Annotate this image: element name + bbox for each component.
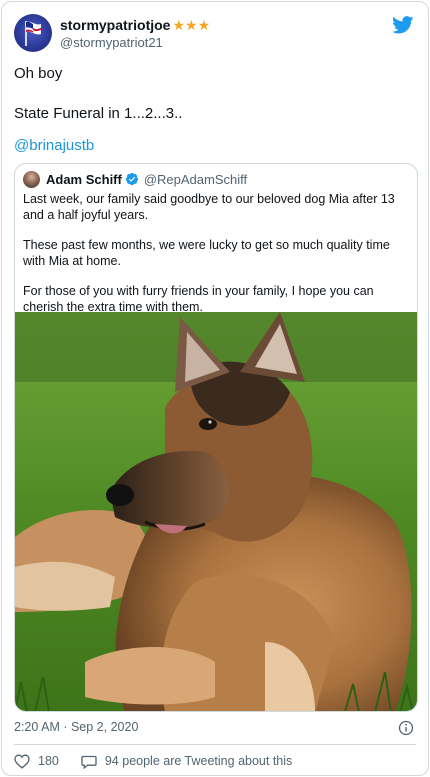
quoted-handle[interactable]: @RepAdamSchiff [144, 172, 247, 187]
tweet-card: stormypatriotjoe ★★★ @stormypatriot21 Oh… [1, 1, 429, 776]
quoted-paragraph: For those of you with furry friends in y… [23, 284, 374, 314]
comment-icon[interactable] [81, 754, 97, 769]
star-emojis: ★★★ [172, 16, 211, 33]
tweet-meta: 2:20 AM · Sep 2, 2020 [14, 720, 416, 738]
author-display-name[interactable]: stormypatriotjoe [60, 17, 170, 33]
info-icon[interactable] [398, 720, 414, 736]
divider [14, 744, 416, 745]
german-shepherd-image [15, 312, 417, 711]
quoted-display-name[interactable]: Adam Schiff [46, 172, 122, 187]
quoted-paragraph: These past few months, we were lucky to … [23, 238, 390, 268]
quoted-tweet[interactable]: Adam Schiff @RepAdamSchiff Last week, ou… [14, 163, 418, 712]
tweet-header: stormypatriotjoe ★★★ @stormypatriot21 [14, 14, 416, 56]
flag-avatar-image [25, 21, 41, 46]
quoted-tweet-text: Last week, our family said goodbye to ou… [23, 191, 407, 329]
like-count: 180 [38, 754, 59, 768]
tweet-actions: 180 94 people are Tweeting about this [14, 752, 292, 770]
avatar[interactable] [14, 14, 52, 52]
dog-photo[interactable] [15, 312, 417, 711]
quoted-paragraph: Last week, our family said goodbye to ou… [23, 192, 395, 222]
verified-badge-icon [125, 172, 138, 186]
author-names: stormypatriotjoe ★★★ @stormypatriot21 [60, 16, 211, 51]
quoted-avatar[interactable] [23, 170, 40, 188]
timestamp[interactable]: 2:20 AM · Sep 2, 2020 [14, 720, 138, 734]
author-handle[interactable]: @stormypatriot21 [60, 35, 210, 50]
tweeting-about-link[interactable]: 94 people are Tweeting about this [105, 754, 292, 768]
tweet-text-line: State Funeral in 1...2...3.. [14, 105, 183, 122]
quoted-tweet-header: Adam Schiff @RepAdamSchiff [23, 170, 247, 188]
mention-link[interactable]: @brinajustb [14, 136, 94, 156]
tweet-text-line: Oh boy [14, 65, 63, 82]
heart-icon[interactable] [14, 753, 30, 769]
twitter-bird-icon[interactable] [392, 16, 414, 34]
